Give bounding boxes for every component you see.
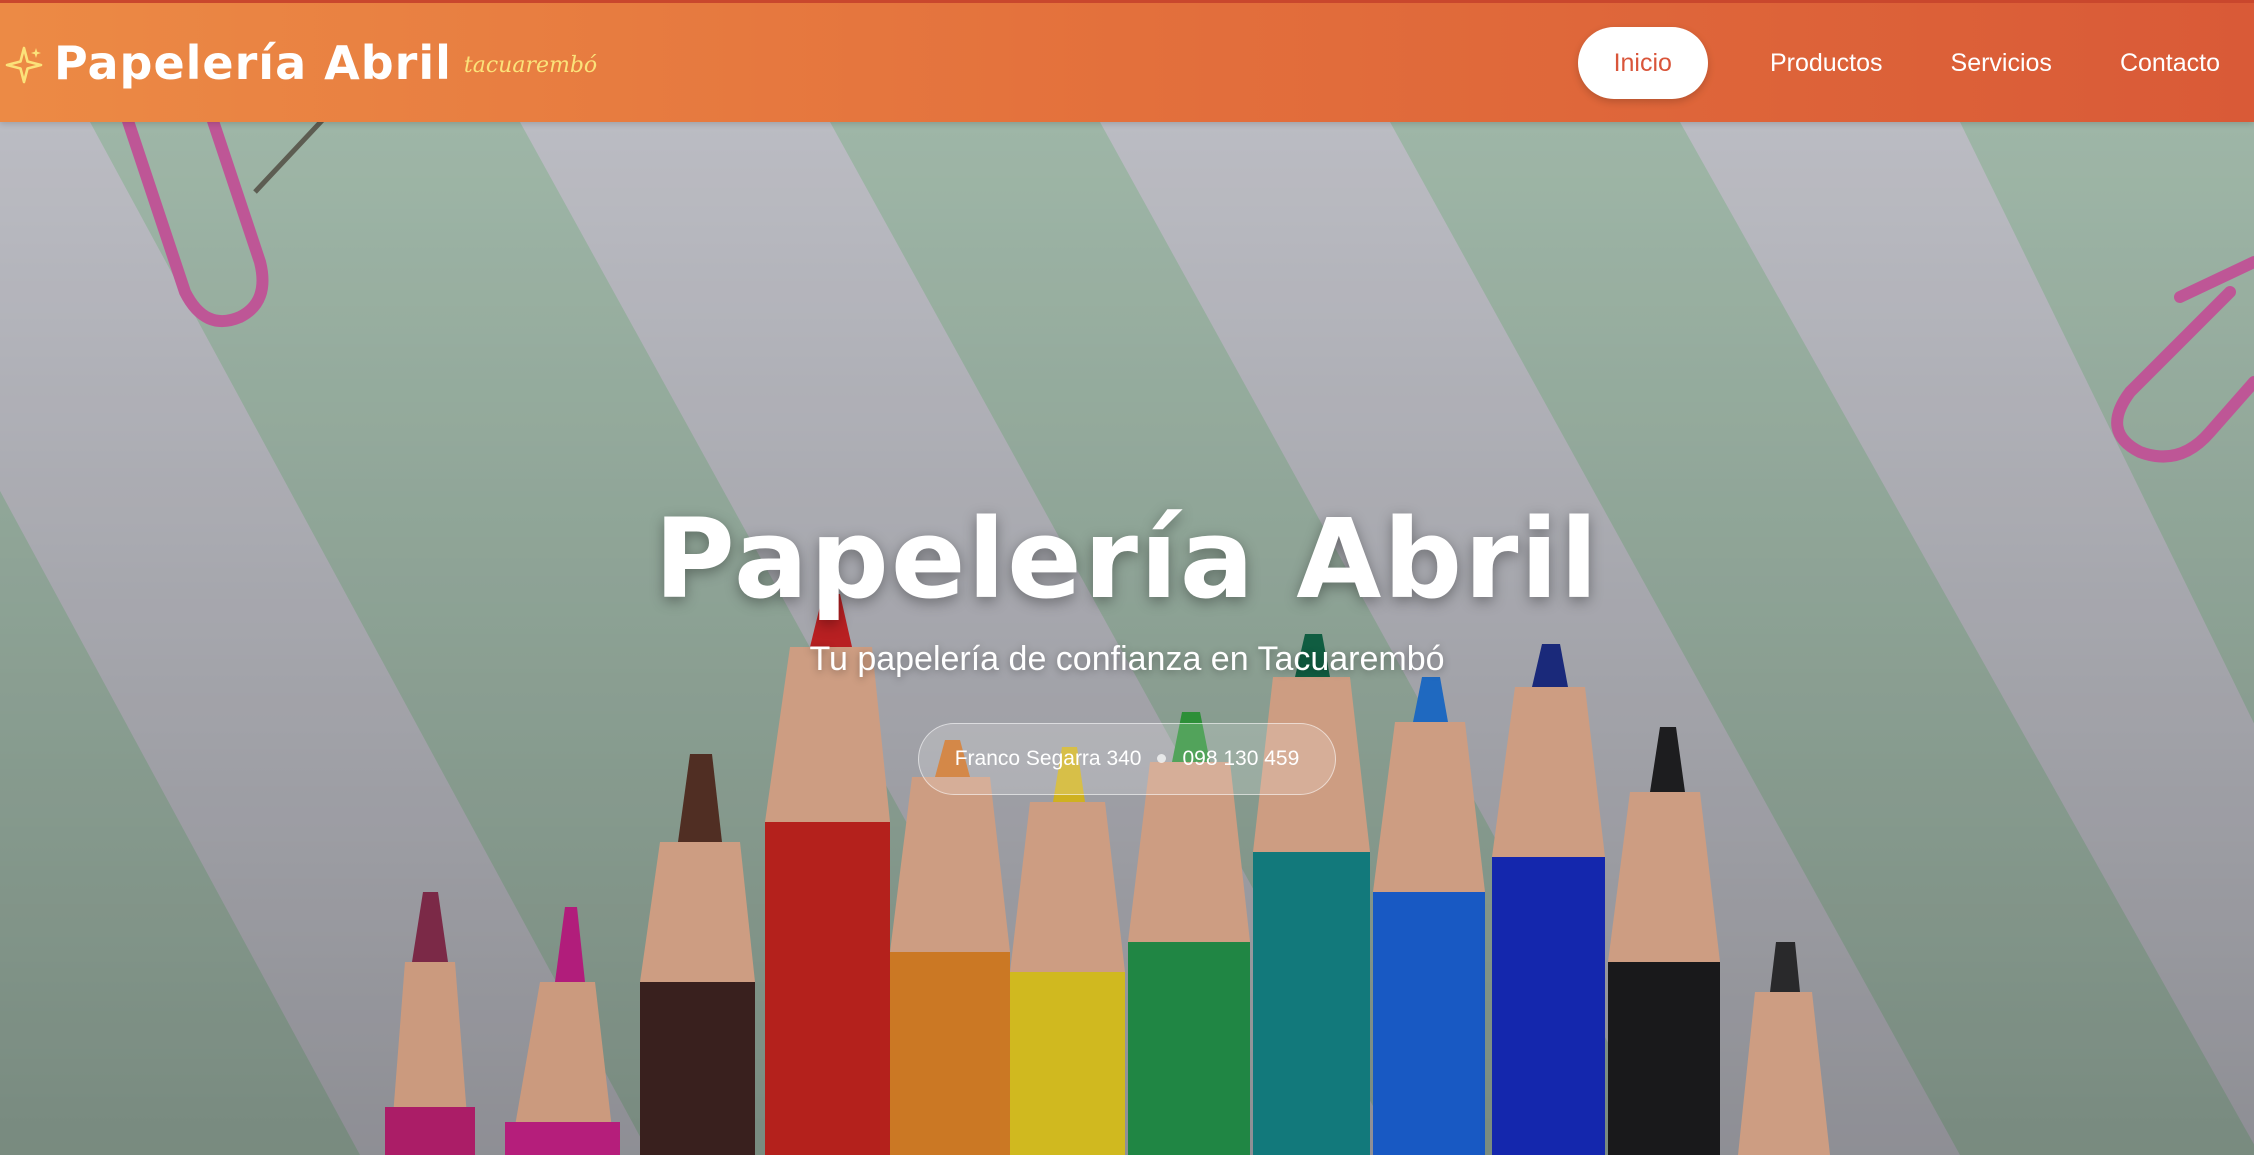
nav-item-inicio[interactable]: Inicio <box>1577 26 1708 99</box>
separator-dot-icon <box>1157 754 1167 763</box>
contact-pill: Franco Segarra 340 098 130 459 <box>917 722 1337 795</box>
hero-title: Papelería Abril <box>654 495 1600 623</box>
sparkle-icon <box>5 46 43 83</box>
brand-city: tacuarembó <box>463 53 598 78</box>
brand-name: Papelería Abril <box>54 35 452 90</box>
hero-content: Papelería Abril Tu papelería de confianz… <box>0 495 2254 795</box>
page: Papelería Abril tacuarembó Inicio Produc… <box>0 0 2254 1155</box>
nav-item-contacto[interactable]: Contacto <box>2114 27 2226 99</box>
main-nav: Inicio Productos Servicios Contacto <box>1577 3 2254 122</box>
navbar: Papelería Abril tacuarembó Inicio Produc… <box>0 0 2254 122</box>
address-text: Franco Segarra 340 <box>954 746 1142 770</box>
nav-item-servicios[interactable]: Servicios <box>1945 27 2058 99</box>
hero-subtitle: Tu papelería de confianza en Tacuarembó <box>809 639 1445 678</box>
brand-logo-link[interactable]: Papelería Abril tacuarembó <box>0 3 597 122</box>
nav-item-productos[interactable]: Productos <box>1764 27 1889 99</box>
phone-text: 098 130 459 <box>1182 746 1300 770</box>
hero-section: Papelería Abril Tu papelería de confianz… <box>0 122 2254 1155</box>
